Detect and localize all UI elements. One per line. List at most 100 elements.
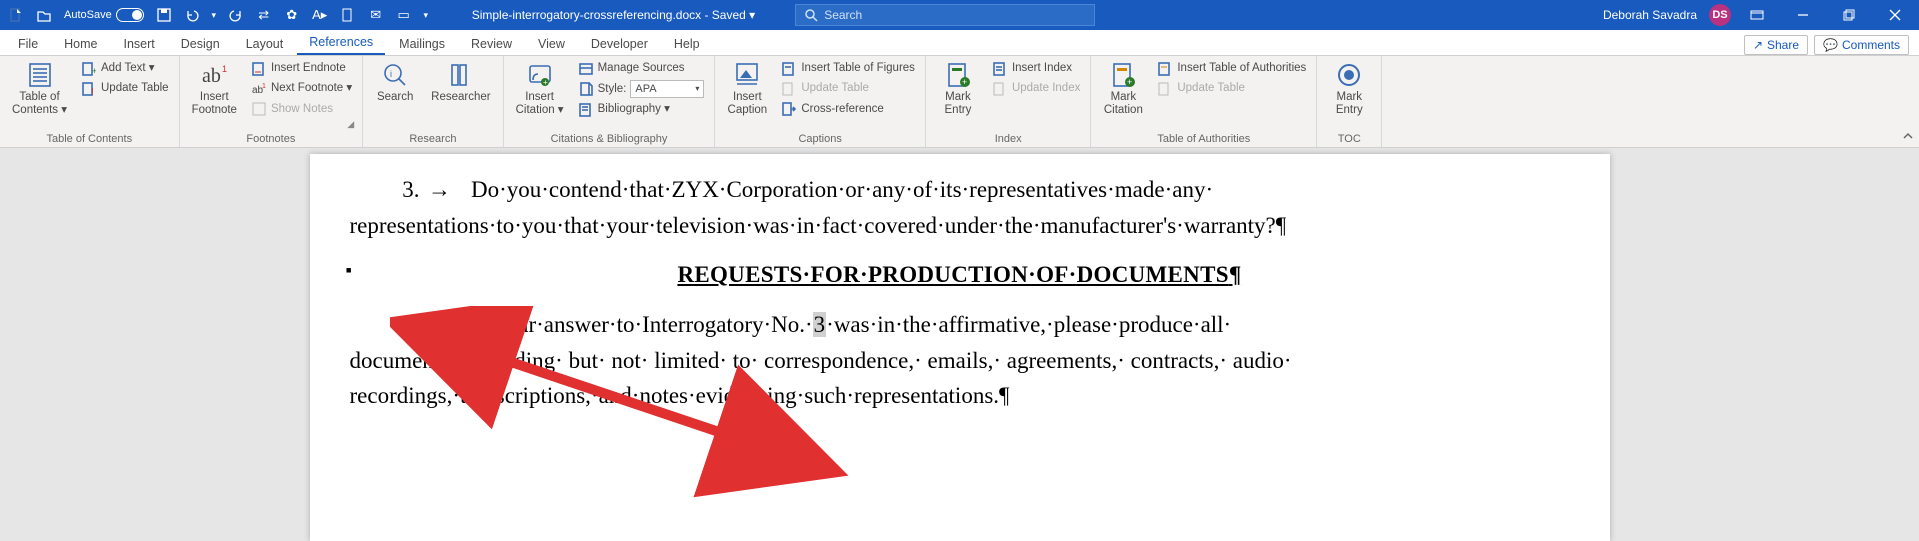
save-icon[interactable]	[152, 3, 176, 27]
footnotes-launcher-icon[interactable]: ◢	[186, 119, 357, 130]
paragraph-request-1[interactable]: 1.→ If·your·answer·to·Interrogatory·No.·…	[350, 307, 1570, 414]
insert-index-button[interactable]: Insert Index	[988, 59, 1084, 78]
new-doc-icon[interactable]	[4, 3, 28, 27]
group-toc-label: Table of Contents	[6, 132, 173, 147]
svg-text:1: 1	[222, 64, 227, 74]
comments-icon: 💬	[1823, 38, 1838, 52]
close-icon[interactable]	[1875, 0, 1915, 30]
mark-citation-button[interactable]: + Mark Citation	[1097, 59, 1149, 119]
researcher-button[interactable]: Researcher	[425, 59, 496, 106]
crossref-icon	[781, 101, 797, 117]
avatar[interactable]: DS	[1709, 4, 1731, 26]
group-captions: Insert Caption Insert Table of Figures U…	[715, 56, 926, 147]
toc-mark-entry-button[interactable]: Mark Entry	[1323, 59, 1375, 119]
style-selector[interactable]: Style: APA ▾	[574, 79, 709, 99]
next-footnote-button[interactable]: ab1Next Footnote ▾	[247, 79, 356, 98]
tab-file[interactable]: File	[6, 33, 50, 55]
mark-entry-label: Mark Entry	[945, 91, 972, 117]
style-value: APA	[635, 81, 656, 98]
section-heading[interactable]: ▪ REQUESTS·FOR·PRODUCTION·OF·DOCUMENTS¶	[350, 257, 1570, 293]
group-captions-label: Captions	[721, 132, 919, 147]
insert-table-of-figures-button[interactable]: Insert Table of Figures	[777, 59, 919, 78]
toa-update-label: Update Table	[1177, 80, 1245, 97]
titlebar-left: AutoSave ▾ ⇄ ✿ A▸ ✉ ▭ ▾	[4, 3, 432, 27]
redo-icon[interactable]	[224, 3, 248, 27]
qat-icon-5[interactable]: ✉	[364, 3, 388, 27]
list-number: 1.	[350, 307, 420, 343]
qat-icon-6[interactable]: ▭	[392, 3, 416, 27]
group-toc: Table of Contents ▾ + Add Text ▾ !Update …	[0, 56, 180, 147]
autosave-toggle[interactable]: AutoSave	[60, 8, 148, 22]
add-text-label: Add Text ▾	[101, 60, 155, 77]
svg-text:!: !	[91, 87, 94, 96]
insert-caption-button[interactable]: Insert Caption	[721, 59, 773, 119]
qat-customize-icon[interactable]: ▾	[420, 3, 432, 27]
group-citations: + Insert Citation ▾ Manage Sources Style…	[504, 56, 716, 147]
tab-arrow-icon: →	[420, 172, 460, 208]
tab-developer[interactable]: Developer	[579, 33, 660, 55]
insert-footnote-button[interactable]: ab1 Insert Footnote	[186, 59, 243, 119]
tab-insert[interactable]: Insert	[112, 33, 167, 55]
document-canvas: 3.→ Do·you·contend·that·ZYX·Corporation·…	[0, 148, 1919, 541]
maximize-icon[interactable]	[1829, 0, 1869, 30]
update-table-button[interactable]: !Update Table	[77, 79, 173, 98]
chevron-down-icon: ▾	[695, 83, 699, 95]
insert-toa-label: Insert Table of Authorities	[1177, 60, 1306, 77]
ribbon-display-icon[interactable]	[1737, 0, 1777, 30]
para1-line2: representations·to·you·that·your·televis…	[350, 213, 1276, 238]
tab-home[interactable]: Home	[52, 33, 109, 55]
insert-endnote-button[interactable]: Insert Endnote	[247, 59, 356, 78]
group-toa-label: Table of Authorities	[1097, 132, 1310, 147]
mark-entry-button[interactable]: + Mark Entry	[932, 59, 984, 119]
style-label: Style:	[598, 81, 627, 98]
qat-icon-3[interactable]: A▸	[308, 3, 332, 27]
bibliography-label: Bibliography ▾	[598, 101, 670, 118]
tab-references[interactable]: References	[297, 31, 385, 55]
share-button[interactable]: ↗Share	[1744, 35, 1808, 55]
toc-mark-entry-icon	[1335, 61, 1363, 89]
add-text-button[interactable]: + Add Text ▾	[77, 59, 173, 78]
tab-review[interactable]: Review	[459, 33, 524, 55]
qat-icon-4[interactable]	[336, 3, 360, 27]
document-page[interactable]: 3.→ Do·you·contend·that·ZYX·Corporation·…	[310, 154, 1610, 541]
search-button[interactable]: i Search	[369, 59, 421, 106]
insert-citation-label: Insert Citation ▾	[516, 91, 564, 117]
undo-dropdown-icon[interactable]: ▾	[208, 3, 220, 27]
document-title[interactable]: Simple-interrogatory-crossreferencing.do…	[472, 8, 755, 22]
toggle-switch-icon[interactable]	[116, 8, 144, 22]
insert-citation-button[interactable]: + Insert Citation ▾	[510, 59, 570, 119]
undo-icon[interactable]	[180, 3, 204, 27]
group-index-label: Index	[932, 132, 1084, 147]
tab-layout[interactable]: Layout	[234, 33, 296, 55]
table-of-contents-button[interactable]: Table of Contents ▾	[6, 59, 73, 119]
tab-design[interactable]: Design	[169, 33, 232, 55]
collapse-ribbon-icon[interactable]	[1897, 56, 1919, 147]
cross-reference-button[interactable]: Cross-reference	[777, 100, 919, 119]
style-select[interactable]: APA ▾	[630, 80, 704, 98]
manage-sources-button[interactable]: Manage Sources	[574, 59, 709, 78]
para2-line3: recordings,·transcriptions,·and·notes·ev…	[350, 383, 1000, 408]
insert-index-icon	[992, 61, 1008, 77]
comments-button[interactable]: 💬 Comments	[1814, 35, 1909, 55]
cross-reference-field[interactable]: 3	[813, 312, 827, 337]
minimize-icon[interactable]	[1783, 0, 1823, 30]
insert-toa-button[interactable]: Insert Table of Authorities	[1153, 59, 1310, 78]
comments-label: Comments	[1842, 38, 1900, 52]
tab-view[interactable]: View	[526, 33, 577, 55]
open-folder-icon[interactable]	[32, 3, 56, 27]
list-number: 3.	[350, 172, 420, 208]
qat-icon-2[interactable]: ✿	[280, 3, 304, 27]
style-icon	[578, 81, 594, 97]
svg-text:+: +	[92, 66, 96, 76]
tab-help[interactable]: Help	[662, 33, 712, 55]
tab-mailings[interactable]: Mailings	[387, 33, 457, 55]
search-box[interactable]: Search	[795, 4, 1095, 26]
qat-icon-1[interactable]: ⇄	[252, 3, 276, 27]
autosave-label: AutoSave	[64, 9, 112, 21]
paragraph-interrogatory-3[interactable]: 3.→ Do·you·contend·that·ZYX·Corporation·…	[350, 172, 1570, 243]
footnote-icon: ab1	[200, 61, 228, 89]
researcher-icon	[447, 61, 475, 89]
user-name[interactable]: Deborah Savadra	[1597, 8, 1703, 22]
bibliography-button[interactable]: Bibliography ▾	[574, 100, 709, 119]
insert-endnote-label: Insert Endnote	[271, 60, 346, 77]
